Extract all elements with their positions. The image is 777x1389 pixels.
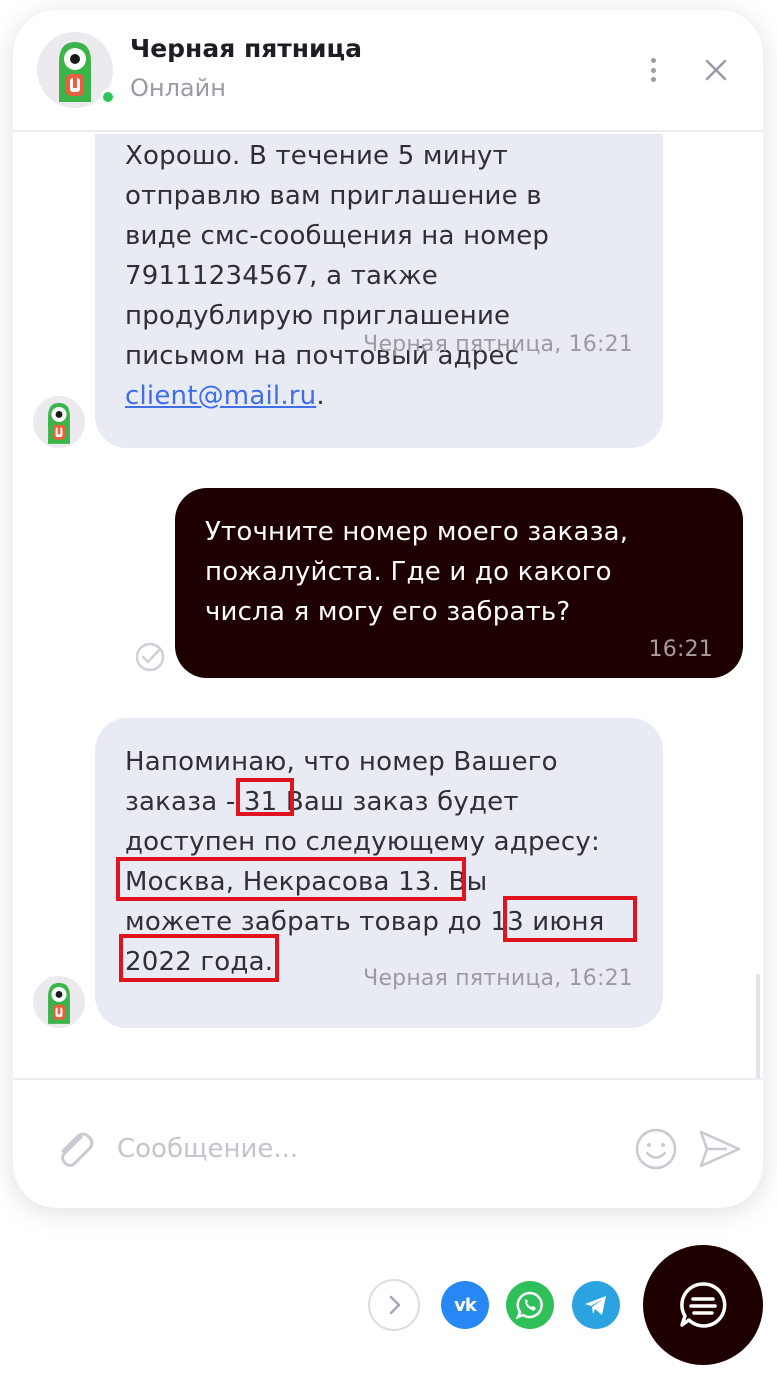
send-icon[interactable] (697, 1126, 743, 1172)
email-link[interactable]: client@mail.ru (125, 381, 316, 411)
message-line: 79111234567, а также (125, 261, 438, 291)
telegram-button[interactable] (572, 1281, 620, 1329)
message-line: Уточните номер моего заказа, (205, 517, 629, 547)
message-list[interactable]: Хорошо. В течение 5 минут отправлю вам п… (13, 134, 763, 1078)
vk-icon: vk (454, 1294, 477, 1316)
expand-channels-button[interactable] (368, 1279, 420, 1331)
paperclip-icon[interactable] (51, 1125, 97, 1171)
message-line: доступен по следующему адресу: (125, 827, 600, 857)
message-line: заказа - 31 Ваш заказ будет (125, 782, 633, 822)
chat-widget: Черная пятница Онлайн Хорошо. В течение … (13, 10, 763, 1208)
message-time: 16:21 (568, 966, 633, 991)
message-line: отправлю вам приглашение в (125, 181, 542, 211)
message-line: продублирую приглашение (125, 301, 511, 331)
incoming-message: Хорошо. В течение 5 минут отправлю вам п… (95, 134, 663, 448)
outgoing-message: Уточните номер моего заказа, пожалуйста.… (175, 488, 743, 678)
bot-avatar-small (33, 976, 85, 1028)
highlight-box-address (116, 857, 466, 901)
highlight-box-order (236, 778, 294, 816)
chat-launcher-button[interactable] (643, 1245, 763, 1365)
bot-avatar (37, 32, 116, 108)
message-meta: Черная пятница, 16:21 (363, 966, 633, 991)
monster-avatar-icon (33, 396, 85, 448)
message-sender: Черная пятница (363, 332, 555, 357)
check-circle-icon (135, 642, 165, 672)
telegram-icon (585, 1296, 606, 1315)
message-meta: Черная пятница, 16:21 (363, 332, 633, 357)
message-line: Напоминаю, что номер Вашего (125, 747, 558, 777)
link-suffix: . (316, 381, 325, 411)
chat-icon (680, 1282, 727, 1328)
smile-icon[interactable] (633, 1126, 679, 1172)
highlight-box-year (119, 934, 279, 982)
more-vertical-icon[interactable] (638, 50, 668, 90)
vk-button[interactable]: vk (441, 1281, 489, 1329)
chevron-right-icon (389, 1295, 401, 1315)
message-input[interactable] (117, 1124, 617, 1174)
message-text: Ваш заказ будет (277, 787, 519, 817)
message-line: Хорошо. В течение 5 минут (125, 141, 508, 171)
close-icon[interactable] (701, 55, 731, 85)
message-line: client@mail.ru. (125, 376, 633, 416)
message-sender: Черная пятница (363, 966, 555, 991)
monster-avatar-icon (33, 976, 85, 1028)
message-text: можете забрать товар до (125, 907, 491, 937)
whatsapp-button[interactable] (506, 1281, 554, 1329)
highlight-box-date (503, 896, 637, 942)
message-line: виде смс-сообщения на номер (125, 221, 550, 251)
message-composer (13, 1078, 763, 1208)
message-time: 16:21 (568, 332, 633, 357)
scrollbar[interactable] (756, 974, 760, 1078)
bot-avatar-small (33, 396, 85, 448)
message-time: 16:21 (648, 637, 713, 662)
message-text: заказа (125, 787, 226, 817)
chat-header: Черная пятница Онлайн (13, 10, 763, 132)
online-status-dot (100, 89, 116, 105)
whatsapp-icon (515, 1291, 543, 1320)
message-line: числа я могу его забрать? (205, 597, 571, 627)
chat-title: Черная пятница (130, 34, 362, 63)
chat-status: Онлайн (130, 74, 226, 102)
message-line: пожалуйста. Где и до какого (205, 557, 612, 587)
